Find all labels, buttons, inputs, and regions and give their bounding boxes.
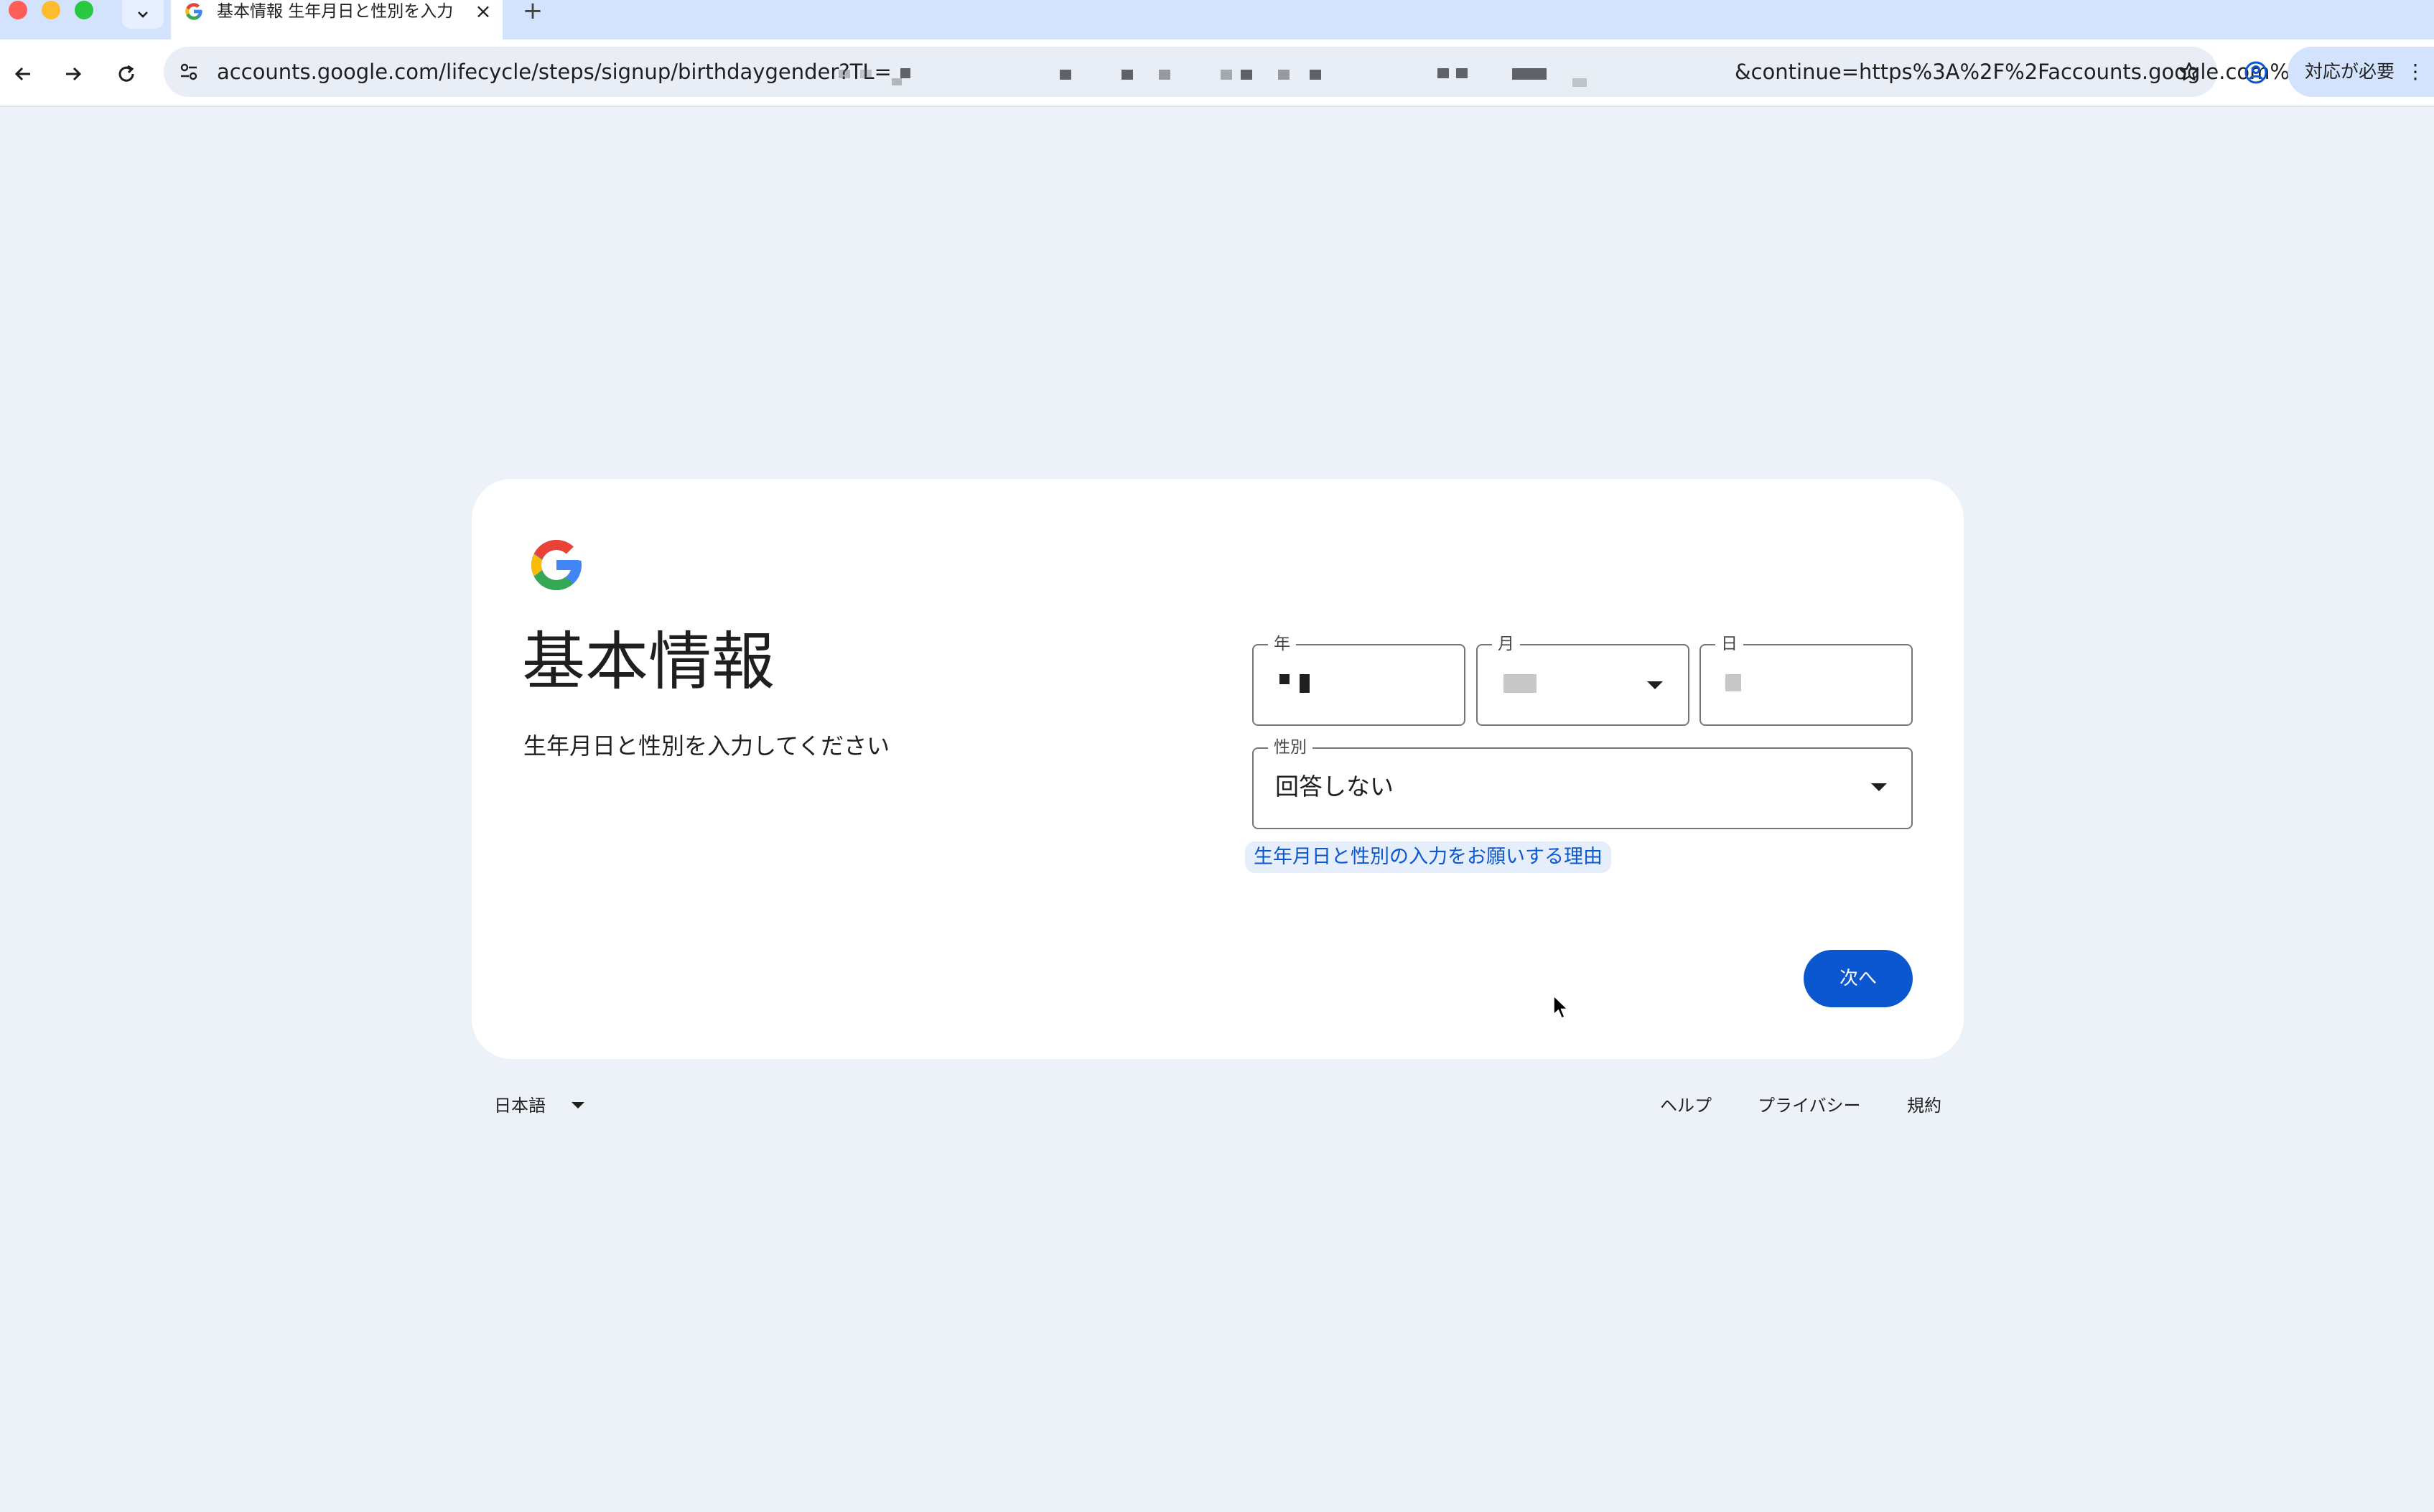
terms-link[interactable]: 規約 (1907, 1091, 1941, 1120)
year-input[interactable]: 年 (1252, 633, 1465, 726)
language-select[interactable]: 日本語 (494, 1091, 584, 1120)
gender-select[interactable]: 性別 回答しない (1252, 737, 1913, 829)
why-we-ask-link[interactable]: 生年月日と性別の入力をお願いする理由 (1245, 841, 1611, 873)
month-select[interactable]: 月 (1476, 633, 1689, 726)
profile-icon (2244, 61, 2267, 84)
tab-search-button[interactable] (122, 0, 164, 29)
gender-value: 回答しない (1275, 773, 1394, 801)
maximize-window-button[interactable] (75, 1, 93, 19)
chevron-down-icon (138, 11, 148, 18)
next-button[interactable]: 次へ (1804, 950, 1913, 1007)
close-window-button[interactable] (9, 1, 27, 19)
google-logo-icon (531, 540, 582, 590)
close-tab-icon[interactable]: × (471, 0, 495, 24)
browser-toolbar: accounts.google.com/lifecycle/steps/sign… (0, 39, 2434, 107)
action-required-label: 対応が必要 (2305, 61, 2395, 82)
help-link[interactable]: ヘルプ (1660, 1091, 1712, 1120)
site-info-button[interactable] (174, 57, 204, 87)
mouse-cursor-icon (1553, 995, 1568, 1019)
reload-button[interactable] (108, 55, 145, 93)
back-arrow-icon (14, 67, 30, 81)
address-bar[interactable]: accounts.google.com/lifecycle/steps/sign… (164, 47, 2351, 97)
chevron-down-icon (572, 1102, 584, 1109)
forward-arrow-icon (66, 67, 82, 81)
url-text-start: accounts.google.com/lifecycle/steps/sign… (217, 60, 892, 84)
year-label: 年 (1268, 633, 1296, 655)
minimize-window-button[interactable] (42, 1, 60, 19)
privacy-link[interactable]: プライバシー (1758, 1091, 1861, 1120)
tune-icon (180, 63, 197, 80)
signup-card: 基本情報 生年月日と性別を入力してください 年 月 日 性別 回答しない 生年月… (472, 479, 1964, 1059)
tab-strip: 基本情報 生年月日と性別を入力し × + (0, 0, 2434, 39)
chevron-down-icon (1871, 783, 1887, 791)
page-subtitle: 生年月日と性別を入力してください (523, 732, 890, 760)
new-tab-button[interactable]: + (518, 0, 547, 24)
page-title: 基本情報 (522, 625, 775, 699)
more-menu-icon[interactable]: ⋮ (2405, 47, 2425, 97)
chevron-down-icon (1647, 681, 1663, 689)
action-required-button[interactable]: 対応が必要 ⋮ (2288, 47, 2434, 97)
reload-icon (118, 65, 134, 82)
day-input[interactable]: 日 (1699, 633, 1913, 726)
profile-button[interactable] (2239, 55, 2273, 90)
google-favicon-icon (185, 3, 202, 20)
bookmark-button[interactable] (2174, 57, 2204, 87)
active-tab[interactable]: 基本情報 生年月日と性別を入力し × (171, 0, 503, 39)
month-label: 月 (1492, 633, 1520, 655)
back-button[interactable] (4, 55, 42, 93)
tab-title: 基本情報 生年月日と性別を入力し (217, 2, 454, 21)
star-icon (2179, 62, 2199, 81)
day-label: 日 (1715, 633, 1743, 655)
language-value: 日本語 (494, 1096, 546, 1116)
forward-button[interactable] (55, 55, 92, 93)
